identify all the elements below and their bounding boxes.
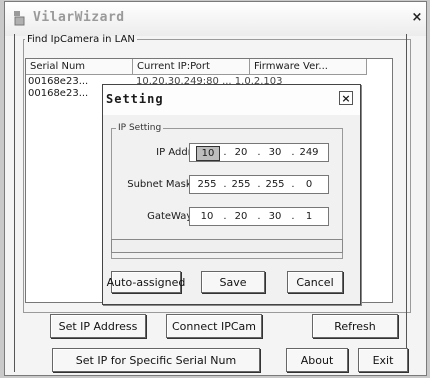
octet-dot: .	[291, 147, 295, 158]
gw-octet-2[interactable]: 20	[230, 211, 252, 222]
dialog-title-bar[interactable]: Setting ×	[103, 85, 360, 115]
ip-octet-1[interactable]: 10	[196, 146, 220, 161]
close-icon[interactable]: ×	[410, 11, 424, 25]
octet-dot: .	[257, 179, 261, 190]
refresh-button[interactable]: Refresh	[312, 314, 398, 338]
set-ip-serial-button[interactable]: Set IP for Specific Serial Num	[52, 348, 260, 372]
column-header-serial[interactable]: Serial Num	[26, 59, 133, 75]
gw-octet-1[interactable]: 10	[196, 211, 218, 222]
progress-bar	[111, 239, 343, 253]
exit-button[interactable]: Exit	[358, 348, 408, 372]
octet-dot: .	[223, 211, 227, 222]
ip-addr-field[interactable]: 10 . 20 . 30 . 249	[189, 143, 329, 162]
window-title: VilarWizard	[33, 10, 125, 25]
mask-octet-2[interactable]: 255	[230, 179, 252, 190]
connect-ipcam-button[interactable]: Connect IPCam	[166, 314, 262, 338]
octet-dot: .	[291, 211, 295, 222]
app-icon	[14, 11, 25, 26]
mask-octet-1[interactable]: 255	[196, 179, 218, 190]
cancel-button[interactable]: Cancel	[287, 271, 343, 293]
save-button[interactable]: Save	[201, 271, 265, 293]
setting-dialog: Setting × IP Setting IP Addr: 10 . 20 . …	[102, 84, 361, 305]
ip-setting-legend: IP Setting	[118, 123, 162, 133]
ip-octet-3[interactable]: 30	[264, 147, 286, 158]
list-item[interactable]: 00168e23...	[28, 76, 88, 87]
mask-octet-4[interactable]: 0	[298, 179, 320, 190]
set-ip-address-button[interactable]: Set IP Address	[50, 314, 146, 338]
ip-octet-4[interactable]: 249	[298, 147, 320, 158]
octet-dot: .	[223, 147, 227, 158]
gateway-label: GateWay:	[147, 211, 195, 222]
gateway-field[interactable]: 10 . 20 . 30 . 1	[189, 207, 329, 226]
dialog-title: Setting	[106, 92, 164, 106]
auto-assigned-button[interactable]: Auto-assigned	[107, 271, 185, 293]
left-divider	[14, 34, 15, 372]
octet-dot: .	[257, 147, 261, 158]
ip-octet-2[interactable]: 20	[230, 147, 252, 158]
title-bar[interactable]: VilarWizard ×	[5, 2, 426, 36]
list-item[interactable]: 00168e23...	[28, 88, 88, 99]
column-header-ip[interactable]: Current IP:Port	[133, 59, 250, 75]
mask-octet-3[interactable]: 255	[264, 179, 286, 190]
subnet-mask-label: Subnet Mask:	[127, 179, 195, 190]
group-legend: Find IpCamera in LAN	[27, 34, 135, 45]
octet-dot: .	[291, 179, 295, 190]
gw-octet-3[interactable]: 30	[264, 211, 286, 222]
octet-dot: .	[223, 179, 227, 190]
gw-octet-4[interactable]: 1	[298, 211, 320, 222]
octet-dot: .	[257, 211, 261, 222]
about-button[interactable]: About	[286, 348, 348, 372]
ip-addr-label: IP Addr:	[156, 147, 195, 158]
right-divider	[406, 34, 407, 372]
column-header-firmware[interactable]: Firmware Ver...	[250, 59, 367, 75]
dialog-close-icon[interactable]: ×	[339, 91, 353, 105]
subnet-mask-field[interactable]: 255 . 255 . 255 . 0	[189, 175, 329, 194]
